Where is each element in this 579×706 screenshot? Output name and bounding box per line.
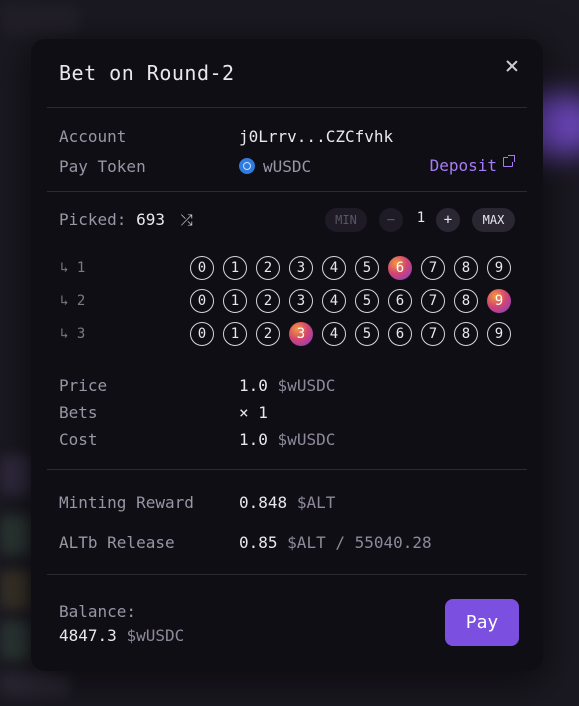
balance-label: Balance: [59,602,137,621]
price-unit: $wUSDC [277,376,336,395]
digit-button-9[interactable]: 9 [487,256,511,280]
digit-button-5[interactable]: 5 [355,289,379,313]
digit-button-6[interactable]: 6 [388,322,412,346]
deposit-link[interactable]: Deposit [429,155,515,175]
digit-button-1[interactable]: 1 [223,289,247,313]
cost-label: Cost [59,430,98,449]
price-value: 1.0 $wUSDC [239,376,335,395]
minting-reward-value: 0.848 $ALT [239,493,335,512]
pay-token-value[interactable]: wUSDC [239,157,311,176]
digit-button-6[interactable]: 6 [388,289,412,313]
digit-button-4[interactable]: 4 [322,256,346,280]
pay-token-label: Pay Token [59,157,146,176]
digit-row-label: ↳ 3 [60,326,86,342]
release-amount: 0.85 [239,533,278,552]
background-blur [0,672,70,696]
deposit-label: Deposit [429,156,497,175]
modal-title: Bet on Round-2 [59,61,235,85]
digit-button-2[interactable]: 2 [256,256,280,280]
balance-unit: $wUSDC [126,626,185,645]
picked-value: 693 [136,210,165,229]
picked-summary: Picked: 693 ⤮ [59,210,193,229]
digit-button-1[interactable]: 1 [223,322,247,346]
release-unit: $ALT / 55040.28 [287,533,432,552]
price-label: Price [59,376,108,395]
digit-row: 0123456789 [190,322,511,346]
account-label: Account [59,127,127,146]
digit-button-1[interactable]: 1 [223,256,247,280]
background-blur [0,455,30,495]
picked-label: Picked: [59,210,127,229]
digit-button-8[interactable]: 8 [454,322,478,346]
decrement-button[interactable]: − [379,208,403,232]
cost-value: 1.0 $wUSDC [239,430,335,449]
usdc-token-icon [239,158,255,174]
digit-button-9[interactable]: 9 [487,289,511,313]
minting-amount: 0.848 [239,493,288,512]
digit-button-8[interactable]: 8 [454,289,478,313]
shuffle-icon[interactable]: ⤮ [181,211,193,229]
digit-button-9[interactable]: 9 [487,322,511,346]
digit-button-7[interactable]: 7 [421,289,445,313]
digit-button-4[interactable]: 4 [322,322,346,346]
balance-value: 4847.3 $wUSDC [59,626,184,645]
account-value: j0Lrrv...CZCfvhk [239,127,394,146]
digit-row-label: ↳ 2 [60,293,86,309]
digit-button-3[interactable]: 3 [289,322,313,346]
background-blur [0,5,80,35]
digit-row: 0123456789 [190,256,511,280]
digit-button-7[interactable]: 7 [421,322,445,346]
digit-button-5[interactable]: 5 [355,322,379,346]
digit-row: 0123456789 [190,289,511,313]
balance-amount: 4847.3 [59,626,117,645]
digit-button-8[interactable]: 8 [454,256,478,280]
price-amount: 1.0 [239,376,268,395]
digit-button-2[interactable]: 2 [256,322,280,346]
background-blur [0,515,30,555]
increment-button[interactable]: + [436,208,460,232]
bets-label: Bets [59,403,98,422]
digit-button-0[interactable]: 0 [190,322,214,346]
quantity-value: 1 [416,210,426,226]
background-blur [0,570,30,610]
digit-button-0[interactable]: 0 [190,289,214,313]
pay-button[interactable]: Pay [445,599,519,646]
bet-modal: Bet on Round-2 Account j0Lrrv...CZCfvhk … [31,39,543,671]
background-blur [0,620,30,660]
divider [47,469,527,470]
digit-row-label: ↳ 1 [60,260,86,276]
digit-button-5[interactable]: 5 [355,256,379,280]
cost-unit: $wUSDC [277,430,336,449]
digit-button-6[interactable]: 6 [388,256,412,280]
pay-token-name: wUSDC [263,157,312,176]
min-button[interactable]: MIN [325,208,367,232]
bets-value: × 1 [239,403,268,422]
cost-amount: 1.0 [239,430,268,449]
close-icon[interactable] [503,57,521,75]
external-link-icon [503,155,515,167]
digit-button-7[interactable]: 7 [421,256,445,280]
max-button[interactable]: MAX [472,208,515,232]
divider [47,574,527,575]
digit-button-4[interactable]: 4 [322,289,346,313]
divider [47,107,527,108]
digit-button-3[interactable]: 3 [289,256,313,280]
digit-button-3[interactable]: 3 [289,289,313,313]
altb-release-value: 0.85 $ALT / 55040.28 [239,533,432,552]
digit-button-2[interactable]: 2 [256,289,280,313]
divider [47,191,527,192]
altb-release-label: ALTb Release [59,533,175,552]
minting-unit: $ALT [296,493,336,512]
minting-reward-label: Minting Reward [59,493,194,512]
digit-button-0[interactable]: 0 [190,256,214,280]
